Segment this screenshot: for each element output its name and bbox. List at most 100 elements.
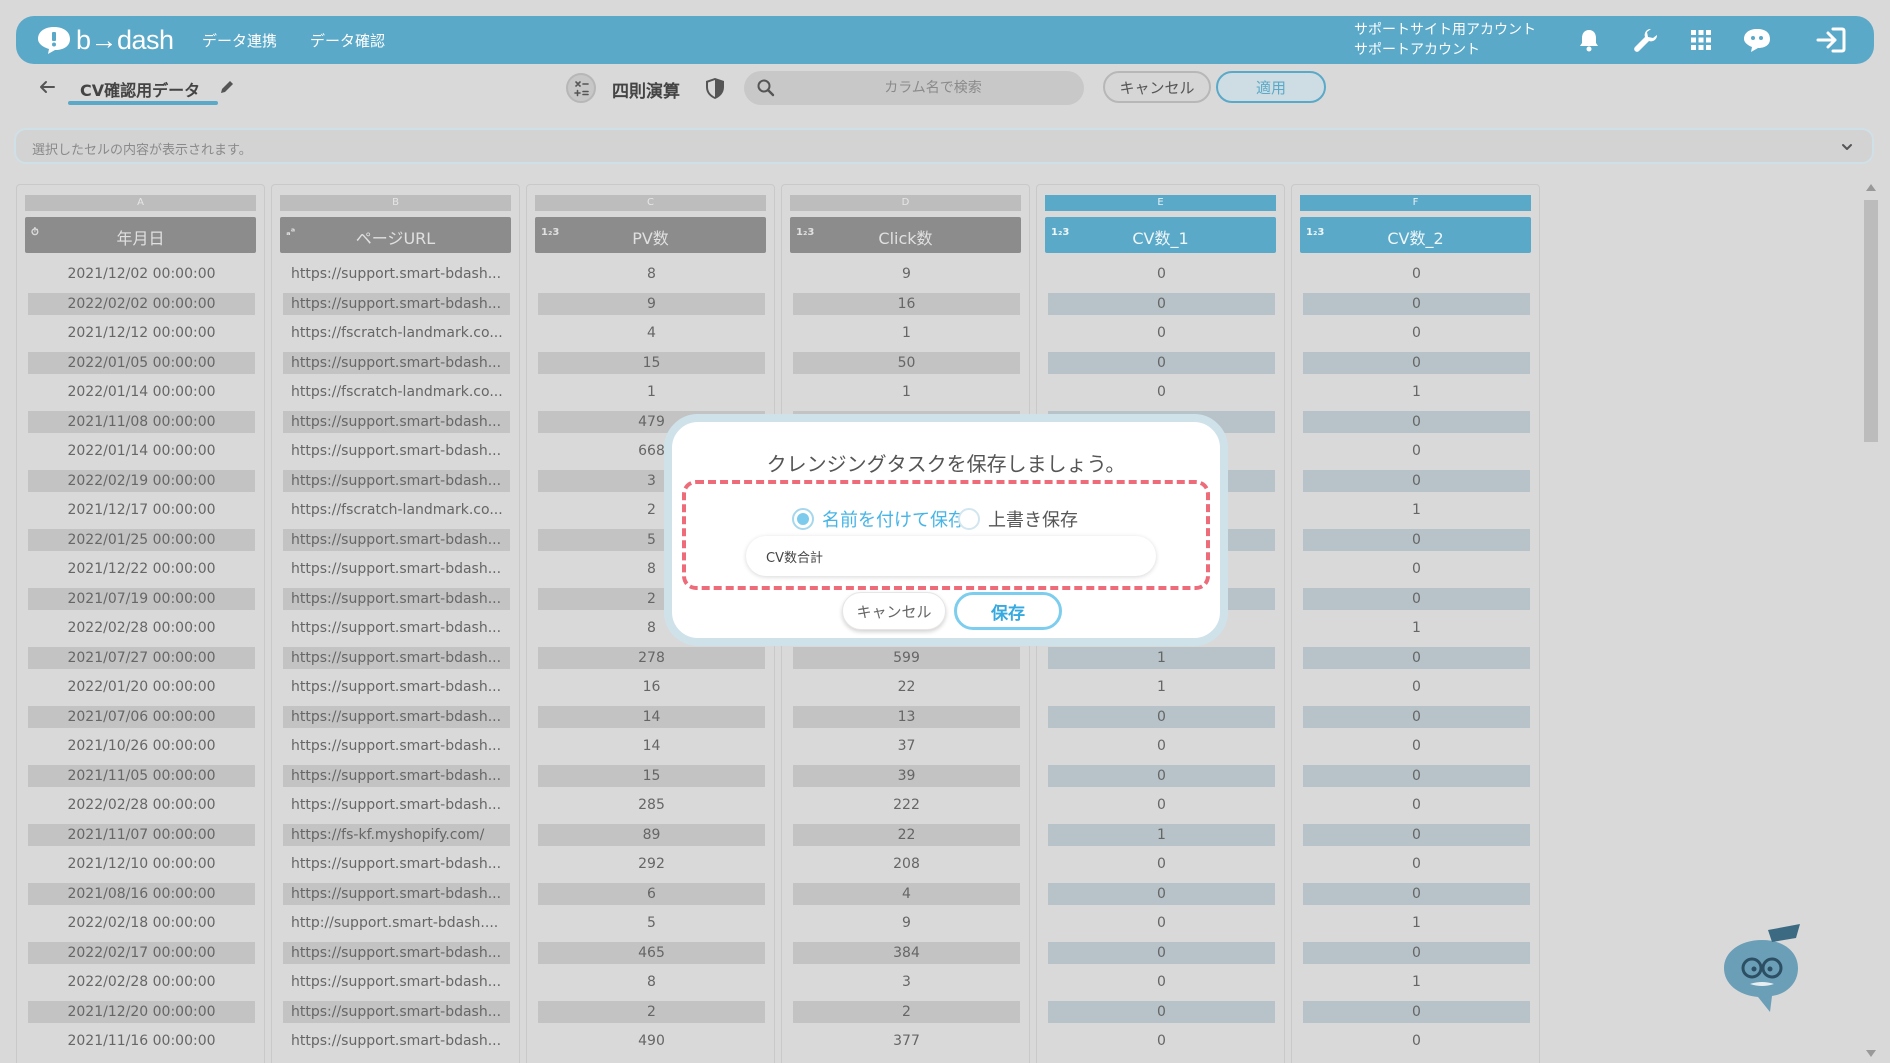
table-cell[interactable]: https://support.smart-bdash... <box>283 617 510 639</box>
table-cell[interactable]: 490 <box>538 1030 765 1052</box>
table-cell[interactable]: 0 <box>1048 794 1275 816</box>
table-cell[interactable]: 22 <box>793 676 1020 698</box>
table-cell[interactable]: 377 <box>793 1030 1020 1052</box>
scrollbar-thumb[interactable] <box>1864 200 1878 442</box>
table-cell[interactable]: 6 <box>538 882 765 905</box>
table-cell[interactable]: 0 <box>1303 794 1530 816</box>
table-cell[interactable]: https://support.smart-bdash... <box>283 558 510 580</box>
table-cell[interactable]: 0 <box>1303 735 1530 757</box>
table-cell[interactable]: 14 <box>538 735 765 757</box>
table-cell[interactable]: 0 <box>1048 912 1275 934</box>
table-cell[interactable]: 2022/02/28 00:00:00 <box>28 971 255 993</box>
table-cell[interactable]: https://support.smart-bdash... <box>283 676 510 698</box>
table-cell[interactable]: 3 <box>793 971 1020 993</box>
bell-icon[interactable] <box>1572 24 1606 56</box>
column-letter[interactable]: D <box>790 195 1021 211</box>
table-cell[interactable]: 2022/01/05 00:00:00 <box>28 351 255 374</box>
table-cell[interactable]: 599 <box>793 646 1020 669</box>
table-cell[interactable]: 2021/11/05 00:00:00 <box>28 764 255 787</box>
table-cell[interactable]: 1 <box>1303 912 1530 934</box>
table-cell[interactable]: 208 <box>793 853 1020 875</box>
table-cell[interactable]: 1 <box>793 381 1020 403</box>
radio-button-unselected[interactable] <box>958 508 980 530</box>
table-cell[interactable]: 0 <box>1303 410 1530 433</box>
column-header[interactable]: 1₂3 PV数 <box>535 217 766 253</box>
table-cell[interactable]: 0 <box>1048 705 1275 728</box>
table-cell[interactable]: 0 <box>1303 1000 1530 1023</box>
table-cell[interactable]: https://fscratch-landmark.co... <box>283 322 510 344</box>
table-cell[interactable]: 2022/01/20 00:00:00 <box>28 676 255 698</box>
column-letter[interactable]: B <box>280 195 511 211</box>
toolbar-apply-button[interactable]: 適用 <box>1216 71 1326 103</box>
table-cell[interactable]: 0 <box>1303 322 1530 344</box>
wrench-icon[interactable] <box>1628 24 1662 56</box>
table-cell[interactable]: 0 <box>1048 853 1275 875</box>
table-cell[interactable]: 0 <box>1303 469 1530 492</box>
radio-button-selected[interactable] <box>792 508 814 530</box>
table-cell[interactable]: 285 <box>538 794 765 816</box>
table-cell[interactable]: 384 <box>793 941 1020 964</box>
table-cell[interactable]: https://support.smart-bdash... <box>283 351 510 374</box>
table-cell[interactable]: https://support.smart-bdash... <box>283 971 510 993</box>
table-cell[interactable]: 2021/07/19 00:00:00 <box>28 587 255 610</box>
table-cell[interactable]: 2022/02/18 00:00:00 <box>28 912 255 934</box>
table-cell[interactable]: 2 <box>538 1000 765 1023</box>
table-cell[interactable]: 1 <box>1048 823 1275 846</box>
table-cell[interactable]: 0 <box>1303 764 1530 787</box>
table-cell[interactable]: https://support.smart-bdash... <box>283 1030 510 1052</box>
table-cell[interactable]: 0 <box>1048 322 1275 344</box>
table-cell[interactable]: 5 <box>538 912 765 934</box>
table-cell[interactable]: 0 <box>1048 735 1275 757</box>
mascot-helper-icon[interactable] <box>1712 922 1812 1018</box>
table-cell[interactable]: 0 <box>1303 705 1530 728</box>
table-cell[interactable]: 4 <box>538 322 765 344</box>
table-cell[interactable]: 2022/01/14 00:00:00 <box>28 381 255 403</box>
table-cell[interactable]: https://support.smart-bdash... <box>283 882 510 905</box>
apps-grid-icon[interactable] <box>1684 24 1718 56</box>
column-header[interactable]: 1₂3 CV数_2 <box>1300 217 1531 253</box>
table-cell[interactable]: 8 <box>538 263 765 285</box>
table-cell[interactable]: 13 <box>793 705 1020 728</box>
grid-column[interactable]: A ⏱ 年月日 2021/12/02 00:00:00 2022/02/02 00:00… <box>16 184 265 1063</box>
vertical-scrollbar[interactable] <box>1862 184 1880 1063</box>
table-cell[interactable]: 15 <box>538 351 765 374</box>
table-cell[interactable]: 2022/02/17 00:00:00 <box>28 941 255 964</box>
chevron-down-icon[interactable] <box>1840 140 1854 154</box>
table-cell[interactable]: 0 <box>1303 528 1530 551</box>
column-header[interactable]: ₐᵃ ページURL <box>280 217 511 253</box>
table-cell[interactable]: https://support.smart-bdash... <box>283 528 510 551</box>
table-cell[interactable]: 0 <box>1303 853 1530 875</box>
dataset-name[interactable]: CV確認用データ <box>80 77 200 101</box>
column-search-input[interactable] <box>788 71 1078 105</box>
task-name-input[interactable] <box>746 536 1156 576</box>
grid-column[interactable]: F 1₂3 CV数_2 0 0 0 0 1 0 0 0 1 0 0 0 1 0 0 0 0 0 0 0 0 0 1 0 1 0 0 <box>1291 184 1540 1063</box>
table-cell[interactable]: https://support.smart-bdash... <box>283 469 510 492</box>
table-cell[interactable]: https://support.smart-bdash... <box>283 853 510 875</box>
account-info[interactable]: サポートサイト用アカウント サポートアカウント <box>1354 20 1536 60</box>
table-cell[interactable]: 2022/02/28 00:00:00 <box>28 794 255 816</box>
radio-save-as[interactable]: 名前を付けて保存 <box>792 506 966 532</box>
grid-column[interactable]: Bₐᵃ ページURL https://support.smart-bdash... h… <box>271 184 520 1063</box>
column-header[interactable]: 1₂3 CV数_1 <box>1045 217 1276 253</box>
scroll-down-arrow-icon[interactable] <box>1866 1050 1876 1057</box>
table-cell[interactable]: 2021/07/06 00:00:00 <box>28 705 255 728</box>
table-cell[interactable]: https://support.smart-bdash... <box>283 292 510 315</box>
table-cell[interactable]: 9 <box>538 292 765 315</box>
column-header[interactable]: ⏱ 年月日 <box>25 217 256 253</box>
table-cell[interactable]: 222 <box>793 794 1020 816</box>
table-cell[interactable]: https://support.smart-bdash... <box>283 941 510 964</box>
table-cell[interactable]: 0 <box>1048 882 1275 905</box>
table-cell[interactable]: 0 <box>1048 971 1275 993</box>
arithmetic-label[interactable]: 四則演算 <box>612 77 680 102</box>
shield-icon[interactable] <box>704 76 726 100</box>
table-cell[interactable]: 9 <box>793 263 1020 285</box>
table-cell[interactable]: 0 <box>1048 941 1275 964</box>
table-cell[interactable]: https://fs-kf.myshopify.com/ <box>283 823 510 846</box>
table-cell[interactable]: 0 <box>1303 292 1530 315</box>
table-cell[interactable]: 4 <box>793 882 1020 905</box>
table-cell[interactable]: 2021/11/08 00:00:00 <box>28 410 255 433</box>
table-cell[interactable]: 1 <box>1303 499 1530 521</box>
table-cell[interactable]: 2022/02/02 00:00:00 <box>28 292 255 315</box>
table-cell[interactable]: 8 <box>538 971 765 993</box>
table-cell[interactable]: 2 <box>793 1000 1020 1023</box>
